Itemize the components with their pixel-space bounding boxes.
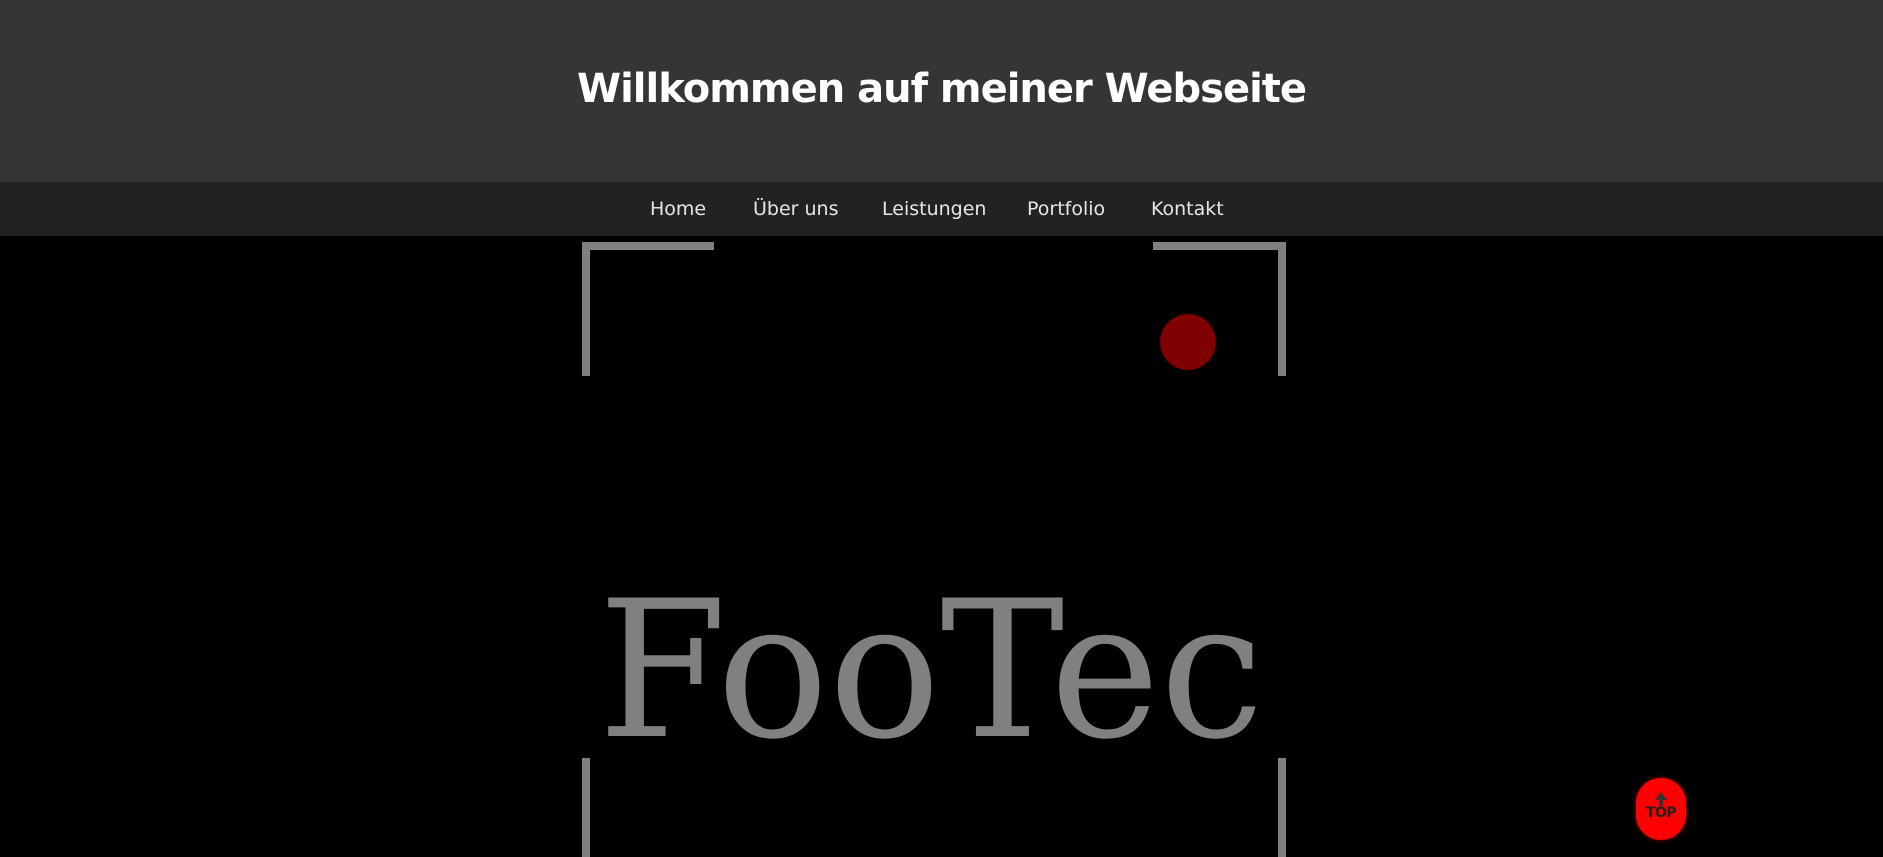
frame-corner-top-left [582,242,714,376]
nav-item-leistungen[interactable]: Leistungen [882,182,986,236]
nav-item-kontakt[interactable]: Kontakt [1151,182,1224,236]
scroll-to-top-button[interactable]: TOP [1636,778,1686,840]
nav-item-home[interactable]: Home [650,182,706,236]
scroll-to-top-label: TOP [1645,805,1677,821]
nav-item-portfolio[interactable]: Portfolio [1027,182,1105,236]
nav-item-ueber-uns[interactable]: Über uns [753,182,839,236]
page-title: Willkommen auf meiner Webseite [576,66,1307,112]
record-dot-icon [1160,314,1216,370]
hero-logo-area: FooTec [0,236,1883,857]
page: Willkommen auf meiner Webseite Home Über… [0,0,1883,857]
footec-logo: FooTec [582,242,1286,857]
main-nav: Home Über uns Leistungen Portfolio Konta… [0,182,1883,236]
logo-text: FooTec [598,560,1264,781]
site-header: Willkommen auf meiner Webseite [0,0,1883,182]
up-arrow-icon [1655,792,1667,806]
